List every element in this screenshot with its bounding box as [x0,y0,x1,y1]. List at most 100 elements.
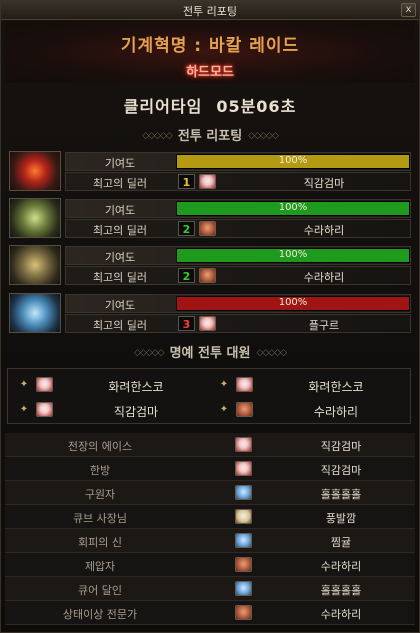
boss-portrait-icon [9,245,61,285]
avatar [235,581,252,596]
avatar [235,533,252,548]
contribution-row: 기여도 100% [65,294,411,313]
boss-portrait-icon [9,198,61,238]
contribution-bar: 100% [176,296,410,311]
avatar [235,437,252,452]
rank-badge: 2 [178,221,195,236]
clear-time-value: 05분06초 [216,97,297,116]
award-row: 전장의 에이스 직감검마 [5,433,415,457]
contribution-label: 기여도 [104,204,136,217]
avatar [199,316,216,331]
award-title: 구원자 [84,488,116,501]
honor-member[interactable]: ✦ 화려한스코 [212,373,412,397]
top-dealer-row: 최고의 딜러 2 수라하리 [65,219,411,238]
contribution-label: 기여도 [104,299,136,312]
divider-left: ◇◇◇◇◇ [133,348,165,358]
divider-left: ◇◇◇◇◇ [142,131,173,141]
awards-list: 전장의 에이스 직감검마 한방 직감검마 구원자 홀홀홀홀 큐브 사장님 풍발깜… [5,433,415,625]
honor-member-name: 화려한스코 [108,380,164,394]
window-title: 전투 리포팅 [182,5,238,18]
avatar [36,402,53,417]
avatar [236,402,253,417]
top-dealer-label: 최고의 딜러 [92,319,148,332]
difficulty-label: 하드모드 [186,65,234,80]
honor-member[interactable]: ✦ 직감검마 [12,398,212,422]
contribution-bar: 100% [176,201,410,216]
honor-members-panel: ✦ 화려한스코 ✦ 화려한스코 ✦ 직감검마 ✦ 수라하리 [7,368,411,424]
contribution-row: 기여도 100% [65,152,411,171]
contribution-percent: 100% [278,297,308,308]
top-dealer-name: 수라하리 [303,271,345,284]
award-player-name: 직감검마 [320,464,362,477]
award-title: 상태이상 전문가 [62,608,138,621]
top-dealer-name: 수라하리 [303,224,345,237]
contribution-percent: 100% [278,249,308,260]
clear-time: 클리어타임 05분06초 [1,93,419,117]
battle-report-window: 전투 리포팅 x 기계혁명 : 바칼 레이드 하드모드 클리어타임 05분06초 … [0,0,420,633]
award-title: 제압자 [84,560,116,573]
divider-right: ◇◇◇◇◇ [256,348,287,358]
honor-member-name: 수라하리 [313,405,359,419]
raid-title: 기계혁명 : 바칼 레이드 [120,36,300,56]
award-player-name: 수라하리 [320,608,362,621]
section-battle-report: ◇◇◇◇◇ 전투 리포팅 ◇◇◇◇◇ [1,125,419,144]
top-dealer-row: 최고의 딜러 2 수라하리 [65,266,411,285]
rank-badge: 3 [178,316,195,331]
medal-icon: ✦ [19,404,29,415]
raid-header: 기계혁명 : 바칼 레이드 하드모드 [5,21,415,83]
contribution-label: 기여도 [104,157,136,170]
award-player-name: 직감검마 [320,440,362,453]
boss-row: 기여도 100% 최고의 딜러 2 수라하리 [7,198,411,240]
avatar [199,174,216,189]
honor-member[interactable]: ✦ 수라하리 [212,398,412,422]
section-honor: ◇◇◇◇◇ 명예 전투 대원 ◇◇◇◇◇ [1,342,419,361]
clear-time-label: 클리어타임 [123,97,203,116]
honor-member-name: 직감검마 [113,405,159,419]
avatar [235,509,252,524]
award-player-name: 풍발깜 [325,512,357,525]
avatar [199,221,216,236]
rank-badge: 2 [178,268,195,283]
boss-portrait-icon [9,151,61,191]
rank-badge: 1 [178,174,195,189]
award-player-name: 홀홀홀홀 [320,584,362,597]
avatar [235,485,252,500]
honor-member[interactable]: ✦ 화려한스코 [12,373,212,397]
contribution-label: 기여도 [104,251,136,264]
boss-row: 기여도 100% 최고의 딜러 3 플구르 [7,293,411,335]
award-title: 회피의 신 [78,536,122,549]
award-row: 큐어 달인 홀홀홀홀 [5,577,415,601]
avatar [199,268,216,283]
award-row: 한방 직감검마 [5,457,415,481]
close-button[interactable]: x [401,3,416,17]
title-bar[interactable]: 전투 리포팅 x [1,1,419,20]
divider-right: ◇◇◇◇◇ [248,131,279,141]
top-dealer-name: 직감검마 [303,177,345,190]
award-title: 전장의 에이스 [67,440,133,453]
award-title: 큐어 달인 [78,584,122,597]
top-dealer-name: 플구르 [308,319,340,332]
contribution-bar: 100% [176,248,410,263]
top-dealer-row: 최고의 딜러 1 직감검마 [65,172,411,191]
contribution-row: 기여도 100% [65,246,411,265]
top-dealer-label: 최고의 딜러 [92,177,148,190]
award-row: 구원자 홀홀홀홀 [5,481,415,505]
award-title: 큐브 사장님 [72,512,128,525]
boss-row: 기여도 100% 최고의 딜러 2 수라하리 [7,245,411,287]
award-player-name: 찜귤 [330,536,352,549]
avatar [235,557,252,572]
contribution-row: 기여도 100% [65,199,411,218]
honor-member-name: 화려한스코 [308,380,364,394]
avatar [236,377,253,392]
award-row: 상태이상 전문가 수라하리 [5,601,415,625]
avatar [235,461,252,476]
top-dealer-row: 최고의 딜러 3 플구르 [65,314,411,333]
top-dealer-label: 최고의 딜러 [92,271,148,284]
section-title: 명예 전투 대원 [169,346,251,361]
award-player-name: 수라하리 [320,560,362,573]
boss-portrait-icon [9,293,61,333]
boss-row: 기여도 100% 최고의 딜러 1 직감검마 [7,151,411,193]
avatar [36,377,53,392]
award-title: 한방 [89,464,111,477]
award-row: 회피의 신 찜귤 [5,529,415,553]
